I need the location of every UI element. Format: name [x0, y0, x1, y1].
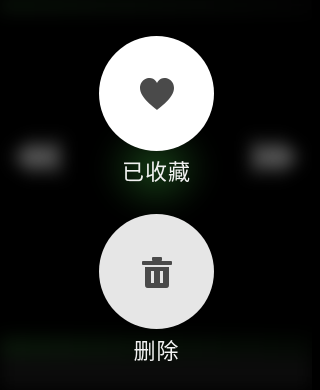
watch-screen: 已收藏 删除 [0, 0, 312, 390]
blurred-status-bar [0, 0, 312, 10]
delete-action: 删除 [99, 214, 214, 365]
heart-icon [139, 77, 174, 110]
favorite-label: 已收藏 [121, 161, 191, 186]
trash-icon [141, 256, 172, 288]
favorite-action: 已收藏 [99, 36, 214, 186]
delete-label: 删除 [133, 340, 180, 365]
previous-track-icon [14, 140, 58, 174]
delete-button[interactable] [99, 214, 214, 329]
next-track-icon [254, 140, 298, 174]
favorite-button[interactable] [99, 36, 214, 151]
